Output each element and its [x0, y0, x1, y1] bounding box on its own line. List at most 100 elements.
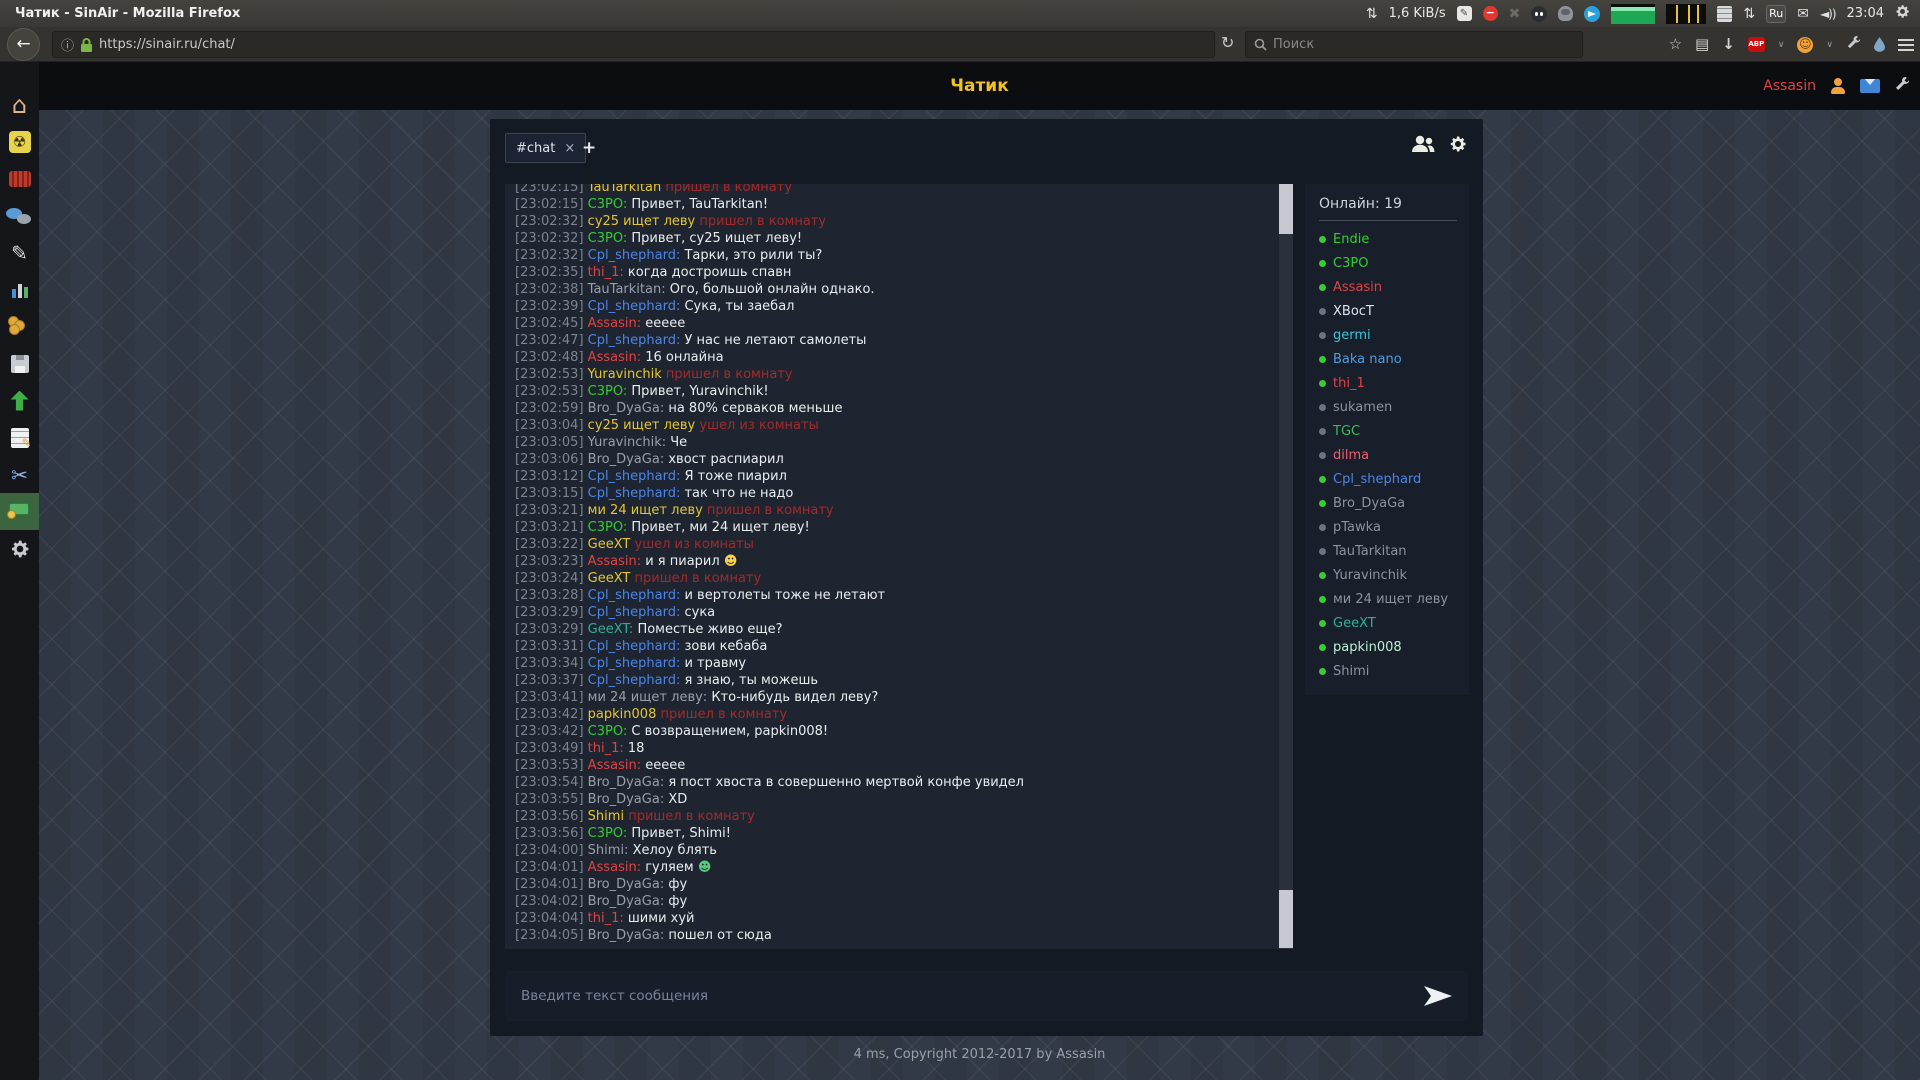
message-username[interactable]: C3PO:: [588, 520, 628, 535]
online-user-item[interactable]: XBocT: [1319, 299, 1457, 323]
url-text[interactable]: https://sinair.ru/chat/: [99, 37, 235, 52]
emoji-addon-dropdown-caret[interactable]: ∨: [1826, 40, 1833, 50]
browser-search-bar[interactable]: Поиск: [1245, 31, 1583, 58]
message-username[interactable]: Shimi:: [588, 843, 629, 858]
sidebar-pencil-icon[interactable]: ✎: [0, 234, 39, 271]
message-username[interactable]: Bro_DyaGa:: [588, 775, 665, 790]
message-username[interactable]: C3PO:: [588, 231, 628, 246]
message-username[interactable]: Cpl_shephard:: [588, 639, 681, 654]
message-username[interactable]: Cpl_shephard:: [588, 333, 681, 348]
sidebar-accordion-icon[interactable]: [0, 160, 39, 197]
message-username[interactable]: papkin008: [588, 707, 657, 722]
sidebar-notes-icon[interactable]: ✎: [0, 419, 39, 456]
message-username[interactable]: Cpl_shephard:: [588, 605, 681, 620]
power-gear-icon[interactable]: [1895, 4, 1910, 23]
chat-message-area[interactable]: [23:02:15] TauTarkitan пришел в комнату[…: [505, 184, 1293, 949]
tab-chat[interactable]: #chat ×: [505, 133, 586, 163]
message-username[interactable]: Assasin:: [588, 316, 641, 331]
users-icon[interactable]: [1411, 135, 1435, 157]
online-user-item[interactable]: TGC: [1319, 419, 1457, 443]
online-user-item[interactable]: Yuravinchik: [1319, 563, 1457, 587]
online-user-item[interactable]: sukamen: [1319, 395, 1457, 419]
system-monitor-graph[interactable]: [1611, 4, 1655, 24]
keyboard-layout-indicator[interactable]: Ru: [1766, 5, 1786, 23]
back-button[interactable]: ←: [7, 28, 40, 61]
message-username[interactable]: thi_1:: [588, 911, 624, 926]
message-username[interactable]: C3PO:: [588, 724, 628, 739]
chat-scrollbar-top-segment[interactable]: [1279, 184, 1293, 234]
message-username[interactable]: Bro_DyaGa:: [588, 877, 665, 892]
message-username[interactable]: TauTarkitan:: [588, 282, 666, 297]
emoji-addon-icon[interactable]: ☺: [1797, 37, 1813, 53]
claw-tray-icon[interactable]: [1558, 6, 1573, 21]
load-meter[interactable]: [1666, 4, 1706, 24]
sidebar-coins-icon[interactable]: [0, 308, 39, 345]
sidebar-radiation-icon[interactable]: ☢: [0, 123, 39, 160]
message-username[interactable]: Bro_DyaGa:: [588, 894, 665, 909]
message-username[interactable]: ми 24 ищет леву: [588, 503, 703, 518]
message-username[interactable]: Cpl_shephard:: [588, 248, 681, 263]
reload-button[interactable]: ↻: [1221, 33, 1234, 52]
adblock-plus-icon[interactable]: ABP: [1748, 37, 1765, 52]
adblock-tray-icon[interactable]: −: [1483, 6, 1498, 21]
page-info-icon[interactable]: ⓘ: [61, 35, 74, 54]
add-tab-button[interactable]: +: [582, 133, 596, 163]
message-input[interactable]: [505, 971, 1405, 1021]
clipboard-tray-icon[interactable]: [1717, 6, 1732, 22]
settings-wrench-icon[interactable]: [1894, 76, 1910, 96]
message-username[interactable]: C3PO:: [588, 384, 628, 399]
message-username[interactable]: Cpl_shephard:: [588, 673, 681, 688]
messages-envelope-icon[interactable]: [1860, 79, 1880, 93]
profile-icon[interactable]: [1830, 78, 1846, 94]
online-user-item[interactable]: Baka nano: [1319, 347, 1457, 371]
message-username[interactable]: ми 24 ищет леву:: [588, 690, 708, 705]
send-message-icon[interactable]: [1424, 986, 1452, 1006]
message-username[interactable]: су25 ищет леву: [588, 418, 696, 433]
online-user-item[interactable]: TauTarkitan: [1319, 539, 1457, 563]
sidebar-home-icon[interactable]: ⌂: [0, 86, 39, 123]
sidebar-money-icon[interactable]: [0, 493, 39, 530]
volume-icon[interactable]: ◄)): [1820, 7, 1836, 21]
message-username[interactable]: C3PO:: [588, 826, 628, 841]
sidebar-scissors-icon[interactable]: ✂: [0, 456, 39, 493]
current-username[interactable]: Assasin: [1763, 78, 1816, 94]
message-username[interactable]: thi_1:: [588, 265, 624, 280]
drop-addon-icon[interactable]: [1874, 37, 1885, 52]
sidebar-save-icon[interactable]: [0, 345, 39, 382]
message-username[interactable]: Assasin:: [588, 758, 641, 773]
message-username[interactable]: TauTarkitan: [588, 184, 662, 195]
online-user-item[interactable]: C3PO: [1319, 251, 1457, 275]
menu-hamburger-icon[interactable]: [1898, 39, 1914, 51]
telegram-icon[interactable]: [1584, 6, 1600, 22]
message-username[interactable]: Cpl_shephard:: [588, 588, 681, 603]
bookmark-star-icon[interactable]: ☆: [1669, 37, 1682, 52]
keyboard-arrows-icon[interactable]: ⇅: [1743, 7, 1755, 21]
message-username[interactable]: Bro_DyaGa:: [588, 401, 665, 416]
sidebar-chat-icon[interactable]: [0, 197, 39, 234]
sidebar-stats-icon[interactable]: [0, 271, 39, 308]
message-username[interactable]: thi_1:: [588, 741, 624, 756]
message-username[interactable]: GeeXT: [588, 571, 631, 586]
online-user-item[interactable]: germi: [1319, 323, 1457, 347]
online-user-item[interactable]: thi_1: [1319, 371, 1457, 395]
app-x-tray-icon[interactable]: ✖: [1509, 7, 1521, 21]
online-user-item[interactable]: pTawka: [1319, 515, 1457, 539]
message-username[interactable]: су25 ищет леву: [588, 214, 696, 229]
message-username[interactable]: Assasin:: [588, 860, 641, 875]
wrench-addon-icon[interactable]: [1846, 35, 1861, 54]
sidebar-settings-icon[interactable]: [0, 530, 39, 567]
online-user-item[interactable]: GeeXT: [1319, 611, 1457, 635]
message-username[interactable]: Shimi: [588, 809, 624, 824]
message-username[interactable]: Cpl_shephard:: [588, 299, 681, 314]
online-user-item[interactable]: Cpl_shephard: [1319, 467, 1457, 491]
message-username[interactable]: Assasin:: [588, 554, 641, 569]
message-username[interactable]: Bro_DyaGa:: [588, 452, 665, 467]
message-username[interactable]: Yuravinchik: [588, 367, 662, 382]
mail-tray-icon[interactable]: ✉: [1797, 7, 1809, 21]
url-bar[interactable]: ⓘ https://sinair.ru/chat/: [52, 31, 1215, 58]
message-username[interactable]: C3PO:: [588, 197, 628, 212]
tab-close-icon[interactable]: ×: [564, 141, 575, 156]
message-username[interactable]: Cpl_shephard:: [588, 656, 681, 671]
online-user-item[interactable]: Bro_DyaGa: [1319, 491, 1457, 515]
online-user-item[interactable]: dilma: [1319, 443, 1457, 467]
